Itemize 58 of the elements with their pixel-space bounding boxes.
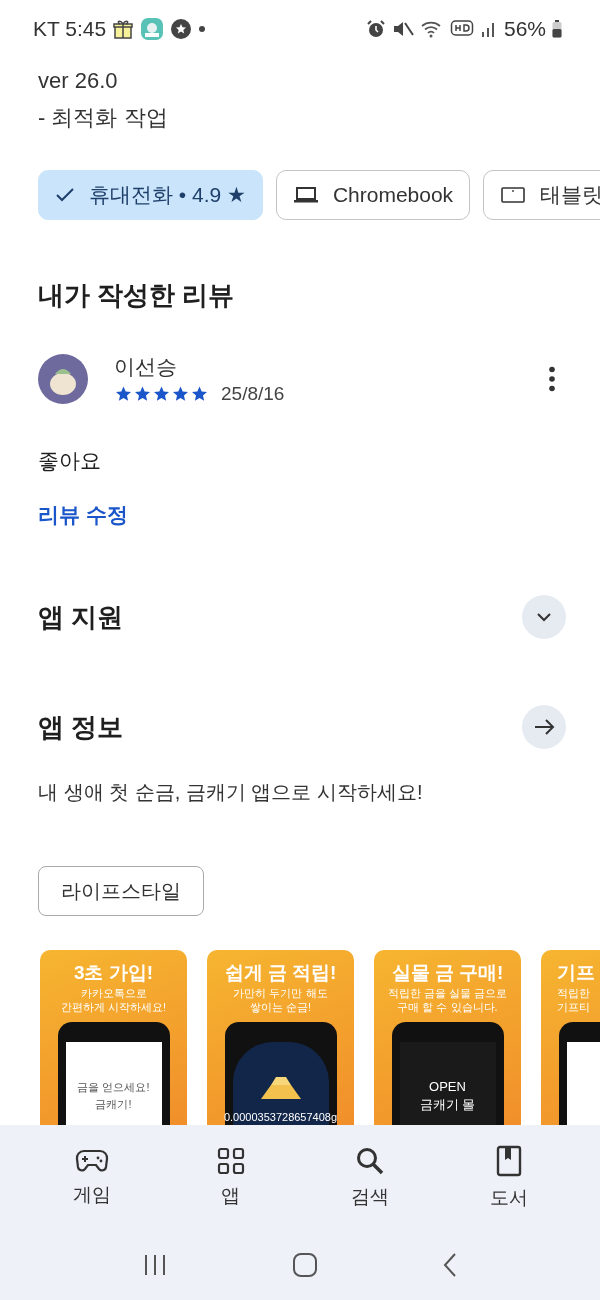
- nav-tab[interactable]: 게임: [41, 1125, 142, 1230]
- gift-icon: [112, 18, 135, 40]
- screenshot-title: 기프: [556, 961, 595, 985]
- review-date: 25/8/16: [221, 383, 285, 405]
- screenshot-caption: 간편하게 시작하세요!: [60, 1000, 167, 1014]
- section-heading: 앱 지원: [38, 600, 124, 634]
- device-chip[interactable]: Chromebook: [275, 170, 471, 220]
- nav-tab[interactable]: 도서: [458, 1125, 559, 1230]
- screenshot-caption: 쌓이는 순금!: [249, 1000, 312, 1014]
- screenshot-title: 3초 가입!: [73, 961, 154, 985]
- screen-text: 금캐기!: [95, 1097, 132, 1112]
- release-note: - 최적화 작업: [38, 104, 169, 132]
- screenshot-caption: 기프티: [556, 1000, 590, 1014]
- status-time: KT 5:45: [33, 17, 107, 41]
- review-text: 좋아요: [38, 448, 102, 474]
- screenshot-card[interactable]: 실물 금 구매! 적립한 금을 실물 금으로 구매 할 수 있습니다. OPEN 금캐기 몰: [374, 950, 521, 1125]
- edit-review-link[interactable]: 리뷰 수정: [38, 501, 128, 529]
- category-chip[interactable]: 라이프스타일: [38, 866, 204, 916]
- laptop-icon: [292, 186, 319, 204]
- search-icon: [354, 1145, 385, 1176]
- apps-grid-icon: [216, 1146, 245, 1175]
- screenshot-title: 쉽게 금 적립!: [224, 961, 337, 985]
- device-chip[interactable]: 휴대전화 • 4.9 ★: [38, 170, 263, 220]
- section-heading: 앱 정보: [38, 710, 124, 744]
- recent-apps-icon[interactable]: [142, 1254, 168, 1276]
- alarm-icon: [365, 19, 386, 39]
- version-text: ver 26.0: [38, 67, 119, 95]
- screenshot-caption: 구매 할 수 있습니다.: [397, 1000, 498, 1014]
- screenshot-card[interactable]: 3초 가입! 카카오톡으로 간편하게 시작하세요! 금을 얻으세요! 금캐기!: [40, 950, 187, 1125]
- hd-icon: [449, 19, 474, 39]
- app-icon: [140, 17, 165, 41]
- tablet-icon: [500, 186, 527, 204]
- screenshot-title: 실물 금 구매!: [391, 961, 504, 985]
- mute-icon: [391, 19, 414, 39]
- screen-text: 금을 얻으세요!: [77, 1080, 150, 1095]
- battery-percent: 56%: [503, 17, 546, 41]
- screenshot-caption: 가만히 두기만 해도: [233, 986, 328, 1000]
- arrow-right-icon[interactable]: [522, 705, 566, 749]
- back-icon[interactable]: [442, 1252, 458, 1278]
- star-circle-icon: [170, 18, 193, 40]
- battery-icon: [552, 20, 562, 38]
- nav-tab[interactable]: 검색: [319, 1125, 420, 1230]
- screen-text: 금캐기 몰: [419, 1095, 476, 1114]
- home-icon[interactable]: [292, 1252, 318, 1278]
- gamepad-icon: [74, 1147, 109, 1174]
- app-description: 내 생애 첫 순금, 금캐기 앱으로 시작하세요!: [38, 780, 424, 805]
- avatar: [38, 354, 88, 404]
- screenshot-caption: 카카오톡으로: [80, 986, 147, 1000]
- nav-tab[interactable]: 앱: [180, 1125, 281, 1230]
- dot-icon: [198, 25, 207, 33]
- section-heading: 내가 작성한 리뷰: [38, 279, 236, 312]
- check-icon: [55, 187, 75, 203]
- screen-text: OPEN: [429, 1078, 466, 1094]
- book-icon: [495, 1144, 522, 1177]
- screenshot-caption: 적립한 금을 실물 금으로: [387, 986, 508, 1000]
- screenshot-caption: 적립한: [556, 986, 590, 1000]
- more-options-icon[interactable]: [548, 366, 556, 392]
- reviewer-name: 이선승: [114, 354, 178, 380]
